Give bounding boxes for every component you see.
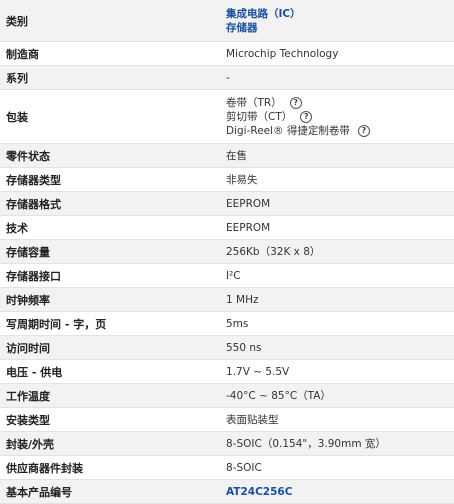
spec-value-text: 8-SOIC（0.154"，3.90mm 宽）: [226, 438, 386, 450]
spec-value-text: 1.7V ~ 5.5V: [226, 365, 290, 378]
spec-value-text: 表面贴装型: [226, 414, 279, 426]
spec-label: 零件状态: [6, 149, 50, 163]
spec-value-text: EEPROM: [226, 221, 271, 234]
spec-value: 550 ns: [220, 336, 454, 359]
spec-label: 时钟频率: [6, 293, 50, 307]
spec-label: 工作温度: [6, 389, 50, 403]
spec-value: AT24C256C: [220, 480, 454, 503]
category-link-ic[interactable]: 集成电路（IC）: [226, 7, 454, 21]
spec-label: 写周期时间 - 字，页: [6, 317, 107, 331]
spec-value: 5ms: [220, 312, 454, 335]
spec-value-text: Digi-Reel® 得捷定制卷带: [226, 125, 350, 137]
spec-label: 安装类型: [6, 413, 50, 427]
spec-value: 卷带（TR）? 剪切带（CT）? Digi-Reel® 得捷定制卷带?: [220, 90, 454, 143]
spec-table: 类别 集成电路（IC） 存储器 制造商 Microchip Technology…: [0, 0, 454, 504]
spec-row-package-case: 封装/外壳 8-SOIC（0.154"，3.90mm 宽）: [0, 432, 454, 456]
spec-row-write-cycle-time: 写周期时间 - 字，页 5ms: [0, 312, 454, 336]
spec-value: 8-SOIC: [220, 456, 454, 479]
spec-label: 类别: [6, 14, 28, 28]
base-product-link[interactable]: AT24C256C: [226, 485, 454, 499]
spec-row-memory-interface: 存储器接口 I²C: [0, 264, 454, 288]
packaging-option-tr: 卷带（TR）?: [226, 96, 454, 110]
question-circle-icon[interactable]: ?: [300, 110, 313, 123]
spec-label: 存储器接口: [6, 269, 61, 283]
spec-value-text: 550 ns: [226, 341, 262, 354]
spec-value-text: 5ms: [226, 317, 249, 330]
spec-value: -40°C ~ 85°C（TA）: [220, 384, 454, 407]
spec-row-category: 类别 集成电路（IC） 存储器: [0, 0, 454, 42]
spec-value: EEPROM: [220, 216, 454, 239]
spec-row-supplier-device-package: 供应商器件封装 8-SOIC: [0, 456, 454, 480]
spec-label: 电压 - 供电: [6, 365, 63, 379]
spec-label: 基本产品编号: [6, 485, 72, 499]
question-circle-icon[interactable]: ?: [289, 96, 302, 109]
spec-row-memory-size: 存储容量 256Kb（32K x 8）: [0, 240, 454, 264]
spec-label: 存储器格式: [6, 197, 61, 211]
spec-value-text: 剪切带（CT）: [226, 111, 293, 123]
spec-value: 256Kb（32K x 8）: [220, 240, 454, 263]
spec-row-memory-format: 存储器格式 EEPROM: [0, 192, 454, 216]
spec-label: 供应商器件封装: [6, 461, 83, 475]
spec-row-clock-frequency: 时钟频率 1 MHz: [0, 288, 454, 312]
spec-label: 包装: [6, 110, 28, 124]
spec-value-text: 256Kb（32K x 8）: [226, 246, 321, 258]
spec-row-series: 系列 -: [0, 66, 454, 90]
spec-row-supply-voltage: 电压 - 供电 1.7V ~ 5.5V: [0, 360, 454, 384]
spec-value: 非易失: [220, 168, 454, 191]
spec-value-text: -: [226, 71, 230, 84]
spec-row-manufacturer: 制造商 Microchip Technology: [0, 42, 454, 66]
packaging-option-digireel: Digi-Reel® 得捷定制卷带?: [226, 124, 454, 138]
spec-value: 在售: [220, 144, 454, 167]
spec-label: 访问时间: [6, 341, 50, 355]
category-link-memory[interactable]: 存储器: [226, 21, 454, 35]
spec-label: 封装/外壳: [6, 437, 55, 451]
spec-value-text: -40°C ~ 85°C（TA）: [226, 390, 331, 402]
spec-row-mounting-type: 安装类型 表面贴装型: [0, 408, 454, 432]
spec-value: -: [220, 66, 454, 89]
spec-label: 存储器类型: [6, 173, 61, 187]
spec-value: 集成电路（IC） 存储器: [220, 0, 454, 41]
spec-value-text: 卷带（TR）: [226, 97, 282, 109]
spec-row-packaging: 包装 卷带（TR）? 剪切带（CT）? Digi-Reel® 得捷定制卷带?: [0, 90, 454, 144]
spec-value: 1.7V ~ 5.5V: [220, 360, 454, 383]
spec-value-text: 1 MHz: [226, 293, 259, 306]
spec-value-text: I²C: [226, 269, 241, 282]
spec-value: EEPROM: [220, 192, 454, 215]
spec-value: I²C: [220, 264, 454, 287]
spec-value: 表面贴装型: [220, 408, 454, 431]
packaging-option-ct: 剪切带（CT）?: [226, 110, 454, 124]
spec-label: 技术: [6, 221, 28, 235]
spec-label: 制造商: [6, 47, 39, 61]
spec-value: Microchip Technology: [220, 42, 454, 65]
spec-value-text: Microchip Technology: [226, 47, 339, 60]
spec-value-text: 在售: [226, 150, 247, 162]
spec-row-memory-type: 存储器类型 非易失: [0, 168, 454, 192]
question-circle-icon[interactable]: ?: [357, 124, 370, 137]
spec-row-technology: 技术 EEPROM: [0, 216, 454, 240]
spec-value-text: 8-SOIC: [226, 461, 262, 474]
spec-row-part-status: 零件状态 在售: [0, 144, 454, 168]
spec-value-text: EEPROM: [226, 197, 271, 210]
spec-row-operating-temperature: 工作温度 -40°C ~ 85°C（TA）: [0, 384, 454, 408]
spec-row-access-time: 访问时间 550 ns: [0, 336, 454, 360]
spec-label: 系列: [6, 71, 28, 85]
spec-label: 存储容量: [6, 245, 50, 259]
spec-value-text: 非易失: [226, 174, 258, 186]
spec-value: 8-SOIC（0.154"，3.90mm 宽）: [220, 432, 454, 455]
spec-row-base-product-number: 基本产品编号 AT24C256C: [0, 480, 454, 504]
spec-value: 1 MHz: [220, 288, 454, 311]
